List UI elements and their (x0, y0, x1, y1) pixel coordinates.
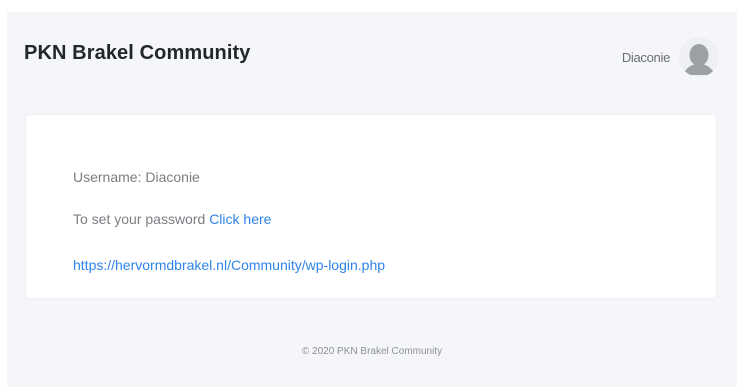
password-line: To set your password Click here (73, 211, 271, 227)
login-url-link[interactable]: https://hervormdbrakel.nl/Community/wp-l… (73, 257, 385, 273)
username-line: Username: Diaconie (73, 169, 200, 185)
username-label: Username: (73, 169, 142, 185)
user-menu[interactable]: Diaconie (622, 36, 719, 78)
password-text: To set your password (73, 211, 206, 227)
site-title: PKN Brakel Community (24, 42, 251, 64)
username-value: Diaconie (145, 169, 200, 185)
account-card: Username: Diaconie To set your password … (25, 114, 717, 299)
user-name[interactable]: Diaconie (622, 50, 670, 65)
page-background: PKN Brakel Community Diaconie Username: … (7, 12, 737, 387)
login-url-line: https://hervormdbrakel.nl/Community/wp-l… (73, 257, 385, 273)
set-password-link[interactable]: Click here (209, 211, 271, 227)
avatar-silhouette-icon (679, 37, 719, 77)
footer-copyright: © 2020 PKN Brakel Community (301, 346, 443, 357)
user-avatar-icon[interactable] (679, 37, 719, 77)
site-header: PKN Brakel Community Diaconie (7, 12, 737, 100)
